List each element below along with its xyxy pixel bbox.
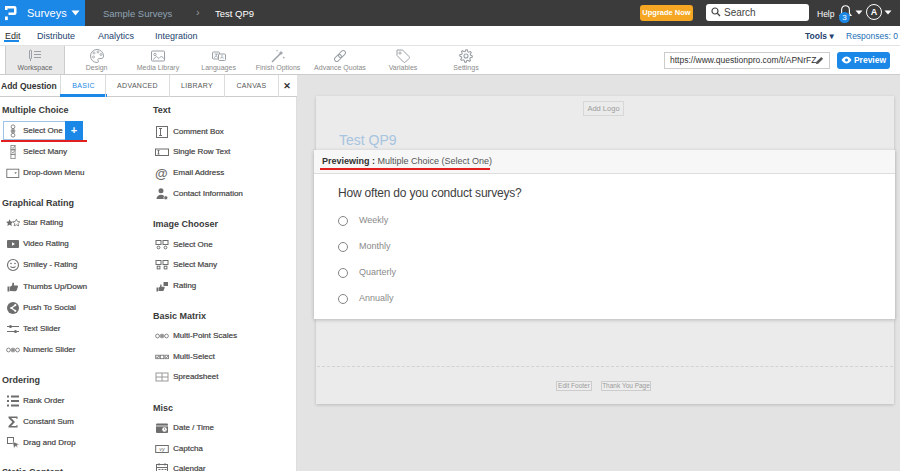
svg-text:vy: vy bbox=[159, 446, 166, 452]
